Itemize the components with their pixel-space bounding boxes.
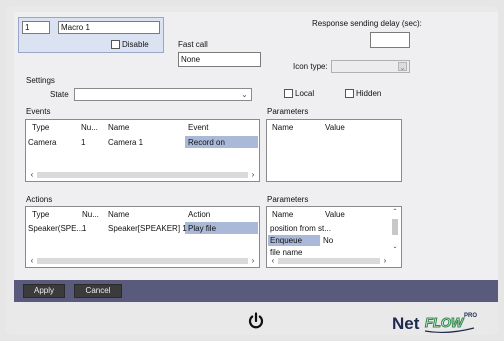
response-delay-label: Response sending delay (sec): bbox=[312, 19, 422, 28]
column-header[interactable]: Nu... bbox=[82, 210, 99, 220]
events-table[interactable]: Type Nu... Name Event Camera 1 Camera 1 … bbox=[25, 119, 260, 182]
response-delay-field[interactable] bbox=[370, 32, 410, 48]
disable-checkbox[interactable] bbox=[111, 40, 120, 49]
horizontal-scrollbar[interactable]: ‹ › bbox=[27, 256, 258, 266]
table-cell: Record on bbox=[188, 138, 225, 147]
chevron-right-icon[interactable]: › bbox=[380, 256, 390, 266]
chevron-left-icon[interactable]: ‹ bbox=[27, 256, 37, 266]
table-cell: Camera 1 bbox=[108, 138, 144, 147]
power-icon[interactable] bbox=[248, 312, 264, 330]
scrollbar-track[interactable] bbox=[37, 172, 248, 178]
footer-bar: Apply Cancel bbox=[14, 280, 498, 302]
table-cell: position from st... bbox=[270, 224, 331, 233]
action-parameters-title: Parameters bbox=[267, 195, 309, 204]
settings-label: Settings bbox=[26, 76, 55, 85]
event-parameters-table[interactable]: Name Value bbox=[266, 119, 402, 182]
fast-call-field[interactable]: None bbox=[178, 52, 261, 67]
chevron-right-icon[interactable]: › bbox=[248, 256, 258, 266]
column-header[interactable]: Type bbox=[32, 123, 49, 133]
table-cell: Camera bbox=[28, 138, 57, 147]
fast-call-label: Fast call bbox=[178, 40, 208, 49]
state-label: State bbox=[50, 90, 69, 99]
chevron-down-icon: ⌄ bbox=[241, 90, 248, 99]
macro-name-field[interactable]: Macro 1 bbox=[58, 21, 160, 34]
table-cell: Speaker[SPEAKER] 1 bbox=[108, 224, 187, 233]
event-parameters-title: Parameters bbox=[267, 107, 309, 116]
column-header[interactable]: Name bbox=[108, 123, 129, 133]
logo-text-pro: PRO bbox=[464, 313, 477, 319]
table-cell: No bbox=[323, 236, 334, 245]
disable-label: Disable bbox=[122, 40, 149, 49]
table-cell: Enqueue bbox=[270, 236, 303, 245]
column-header[interactable]: Type bbox=[32, 210, 49, 220]
icon-type-label: Icon type: bbox=[293, 62, 328, 71]
table-cell: Speaker(SPE... bbox=[28, 224, 84, 233]
logo-text-net: Net bbox=[392, 314, 420, 333]
column-header[interactable]: Name bbox=[272, 123, 293, 133]
column-header[interactable]: Nu... bbox=[81, 123, 98, 133]
scrollbar-track[interactable] bbox=[37, 258, 248, 264]
icon-type-select[interactable]: ⌄ bbox=[331, 60, 410, 73]
chevron-left-icon[interactable]: ‹ bbox=[27, 170, 37, 180]
column-header[interactable]: Event bbox=[188, 123, 208, 133]
table-cell: 1 bbox=[82, 224, 87, 233]
cancel-button[interactable]: Cancel bbox=[74, 284, 122, 298]
chevron-left-icon[interactable]: ‹ bbox=[268, 256, 278, 266]
vertical-scrollbar[interactable]: ˆ ˇ bbox=[390, 208, 400, 256]
horizontal-scrollbar[interactable]: ‹ › bbox=[27, 170, 258, 180]
scrollbar-thumb[interactable] bbox=[392, 219, 398, 235]
logo-text-flow: FLOW bbox=[425, 315, 465, 330]
actions-table[interactable]: Type Nu... Name Action Speaker(SPE... 1 … bbox=[25, 206, 260, 268]
column-header[interactable]: Value bbox=[325, 210, 345, 220]
hidden-label: Hidden bbox=[356, 89, 382, 98]
column-header[interactable]: Name bbox=[272, 210, 293, 220]
table-cell: 1 bbox=[81, 138, 86, 147]
column-header[interactable]: Value bbox=[325, 123, 345, 133]
table-cell: Play file bbox=[188, 224, 217, 233]
local-label: Local bbox=[295, 89, 315, 98]
macro-header-group: 1 Macro 1 Disable bbox=[18, 17, 164, 53]
local-checkbox[interactable] bbox=[284, 89, 293, 98]
horizontal-scrollbar[interactable]: ‹ › bbox=[268, 256, 400, 266]
column-header[interactable]: Action bbox=[188, 210, 210, 220]
netflow-logo: Net FLOW PRO bbox=[392, 313, 477, 334]
macro-id-field[interactable]: 1 bbox=[22, 21, 50, 34]
chevron-right-icon[interactable]: › bbox=[248, 170, 258, 180]
column-header[interactable]: Name bbox=[108, 210, 129, 220]
chevron-down-icon[interactable]: ˇ bbox=[390, 246, 400, 256]
chevron-down-icon: ⌄ bbox=[398, 62, 407, 72]
scrollbar-track[interactable] bbox=[278, 258, 380, 264]
action-parameters-table[interactable]: Name Value position from st... Enqueue N… bbox=[266, 206, 402, 268]
apply-button[interactable]: Apply bbox=[23, 284, 65, 298]
state-select[interactable]: ⌄ bbox=[74, 88, 252, 101]
events-title: Events bbox=[26, 107, 51, 116]
actions-title: Actions bbox=[26, 195, 53, 204]
chevron-up-icon[interactable]: ˆ bbox=[390, 208, 400, 218]
hidden-checkbox[interactable] bbox=[345, 89, 354, 98]
